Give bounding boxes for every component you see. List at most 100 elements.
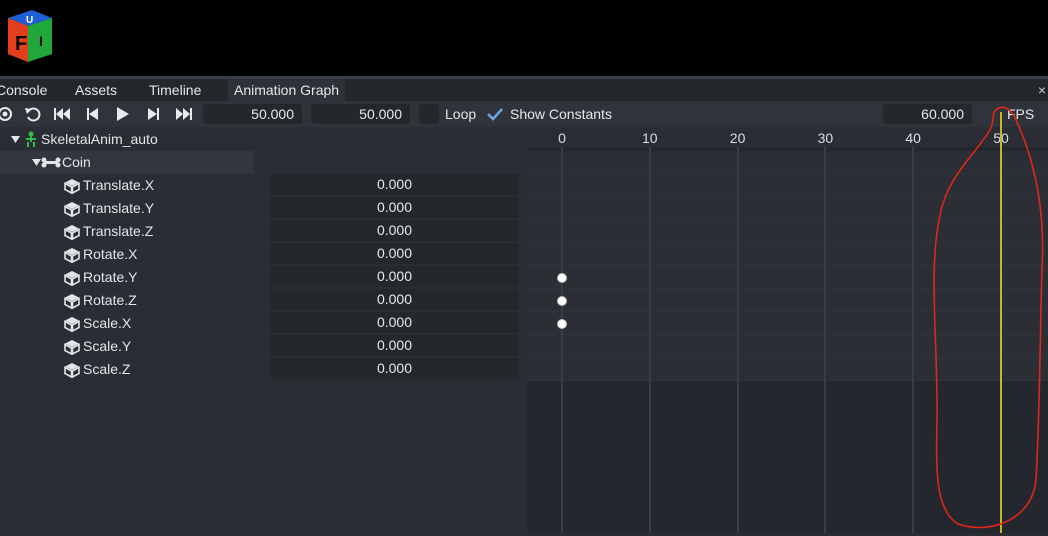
tab-label: Animation Graph	[234, 82, 340, 98]
tree-channel-label: Rotate.Z	[83, 292, 137, 308]
track-row	[527, 335, 1048, 358]
channel-value-field[interactable]: 0.000	[270, 312, 519, 333]
track-row	[527, 197, 1048, 220]
skeleton-icon	[26, 131, 36, 147]
tab-label: Assets	[75, 82, 118, 98]
track-row	[527, 358, 1048, 381]
tab-timeline[interactable]: Timeline	[143, 79, 207, 101]
ruler-tick-label: 30	[817, 130, 834, 146]
tab-label: Timeline	[149, 82, 202, 98]
svg-text:F: F	[15, 33, 27, 55]
app-logo-icon: F U I	[8, 10, 52, 62]
ruler-tick-label: 10	[642, 130, 658, 146]
cube-icon	[64, 294, 80, 309]
svg-text:I: I	[39, 33, 43, 49]
tree-channel-label: Scale.Y	[83, 338, 132, 354]
show-constants-check-icon[interactable]	[486, 107, 504, 121]
cube-icon	[64, 202, 80, 217]
tree-channel-row[interactable]: Scale.Y	[0, 335, 256, 358]
track-row	[527, 289, 1048, 312]
cube-icon	[64, 363, 80, 378]
skip-to-start-icon[interactable]	[52, 103, 74, 125]
show-constants-label: Show Constants	[510, 106, 612, 122]
cube-icon	[64, 179, 80, 194]
loop-label: Loop	[445, 106, 477, 122]
track-row	[527, 243, 1048, 266]
playhead-marker[interactable]	[1000, 112, 1002, 533]
playback-toolbar: 50.000 50.000 Loop Show Constants 60.000…	[0, 101, 1048, 127]
play-icon[interactable]	[112, 103, 134, 125]
track-row	[527, 174, 1048, 197]
tab-assets[interactable]: Assets	[69, 79, 123, 101]
app-top-bar: F U I	[0, 0, 1048, 74]
keyframe-dot[interactable]	[557, 296, 567, 306]
tree-channel-label: Rotate.X	[83, 246, 138, 262]
frame-grid-line	[736, 147, 739, 533]
step-forward-icon[interactable]	[142, 103, 164, 125]
tree-channel-row[interactable]: Translate.Z	[0, 220, 256, 243]
cube-icon	[64, 225, 80, 240]
tree-root-label: SkeletalAnim_auto	[41, 131, 158, 147]
step-back-icon[interactable]	[82, 103, 104, 125]
channel-value-field[interactable]: 0.000	[270, 197, 519, 218]
ruler-tick-label: 0	[558, 130, 566, 146]
channel-value-field[interactable]: 0.000	[270, 243, 519, 264]
channel-value-field[interactable]: 0.000	[270, 289, 519, 310]
tree-channel-row[interactable]: Rotate.Z	[0, 289, 256, 312]
frame-grid-line	[561, 147, 563, 533]
tree-channel-row[interactable]: Rotate.X	[0, 243, 256, 266]
tab-bar: Console Assets Timeline Animation Graph …	[0, 79, 1048, 101]
fps-label: FPS	[1007, 106, 1035, 122]
tree-bone-label: Coin	[62, 154, 91, 170]
channel-value-field[interactable]: 0.000	[270, 266, 519, 287]
tree-channel-label: Scale.X	[83, 315, 132, 331]
expand-arrow-icon[interactable]	[32, 159, 41, 167]
tab-label: Console	[0, 82, 48, 98]
tree-channel-row[interactable]: Translate.Y	[0, 197, 256, 220]
tree-channel-row[interactable]: Translate.X	[0, 174, 256, 197]
ruler-tick-label: 40	[905, 130, 921, 146]
cube-icon	[64, 248, 80, 263]
ruler-tick-label: 20	[729, 130, 746, 146]
tab-console[interactable]: Console	[0, 79, 53, 101]
channel-value-field[interactable]: 0.000	[270, 174, 519, 195]
expand-arrow-icon[interactable]	[11, 136, 20, 144]
current-time-field[interactable]: 50.000	[203, 104, 302, 124]
cube-icon	[64, 340, 80, 355]
channel-tree: SkeletalAnim_auto Coin Translate.X Transl…	[0, 128, 262, 533]
channel-values-column: 0.000 0.000 0.000 0.000 0.000 0.000 0.000 0.000…	[262, 128, 527, 533]
close-icon[interactable]: ×	[1038, 79, 1046, 101]
skip-to-end-icon[interactable]	[172, 103, 194, 125]
frame-grid-line	[824, 147, 827, 533]
channel-value-field[interactable]: 0.000	[270, 335, 519, 356]
tree-channel-label: Rotate.Y	[83, 269, 138, 285]
tree-root-skeletal-anim[interactable]: SkeletalAnim_auto	[0, 128, 256, 151]
keyframe-dot[interactable]	[557, 319, 567, 329]
frame-grid-line	[648, 147, 651, 533]
bone-icon	[41, 157, 61, 168]
track-row	[527, 151, 1048, 174]
tree-channel-row[interactable]: Scale.Z	[0, 358, 256, 381]
keyframe-dot[interactable]	[557, 273, 567, 283]
tree-channel-label: Translate.Y	[83, 200, 155, 216]
end-time-field[interactable]: 50.000	[311, 104, 410, 124]
tree-channel-label: Translate.Z	[83, 223, 154, 239]
channel-value-field[interactable]: 0.000	[270, 220, 519, 241]
fps-field[interactable]: 60.000	[883, 104, 972, 124]
tree-bone-coin[interactable]: Coin	[0, 151, 254, 174]
tree-channel-row[interactable]: Scale.X	[0, 312, 256, 335]
track-row	[527, 266, 1048, 289]
tree-channel-label: Scale.Z	[83, 361, 131, 377]
tree-channel-row[interactable]: Rotate.Y	[0, 266, 256, 289]
tab-animation-graph[interactable]: Animation Graph	[228, 79, 346, 101]
reset-icon[interactable]	[22, 103, 44, 125]
track-row	[527, 312, 1048, 335]
tree-channel-label: Translate.X	[83, 177, 155, 193]
frame-grid-line	[912, 147, 915, 533]
track-row	[527, 220, 1048, 243]
keyframe-track-area[interactable]	[527, 147, 1048, 533]
svg-text:U: U	[26, 15, 33, 26]
record-icon[interactable]	[0, 103, 16, 125]
loop-checkbox[interactable]	[419, 104, 439, 124]
channel-value-field[interactable]: 0.000	[270, 358, 519, 379]
